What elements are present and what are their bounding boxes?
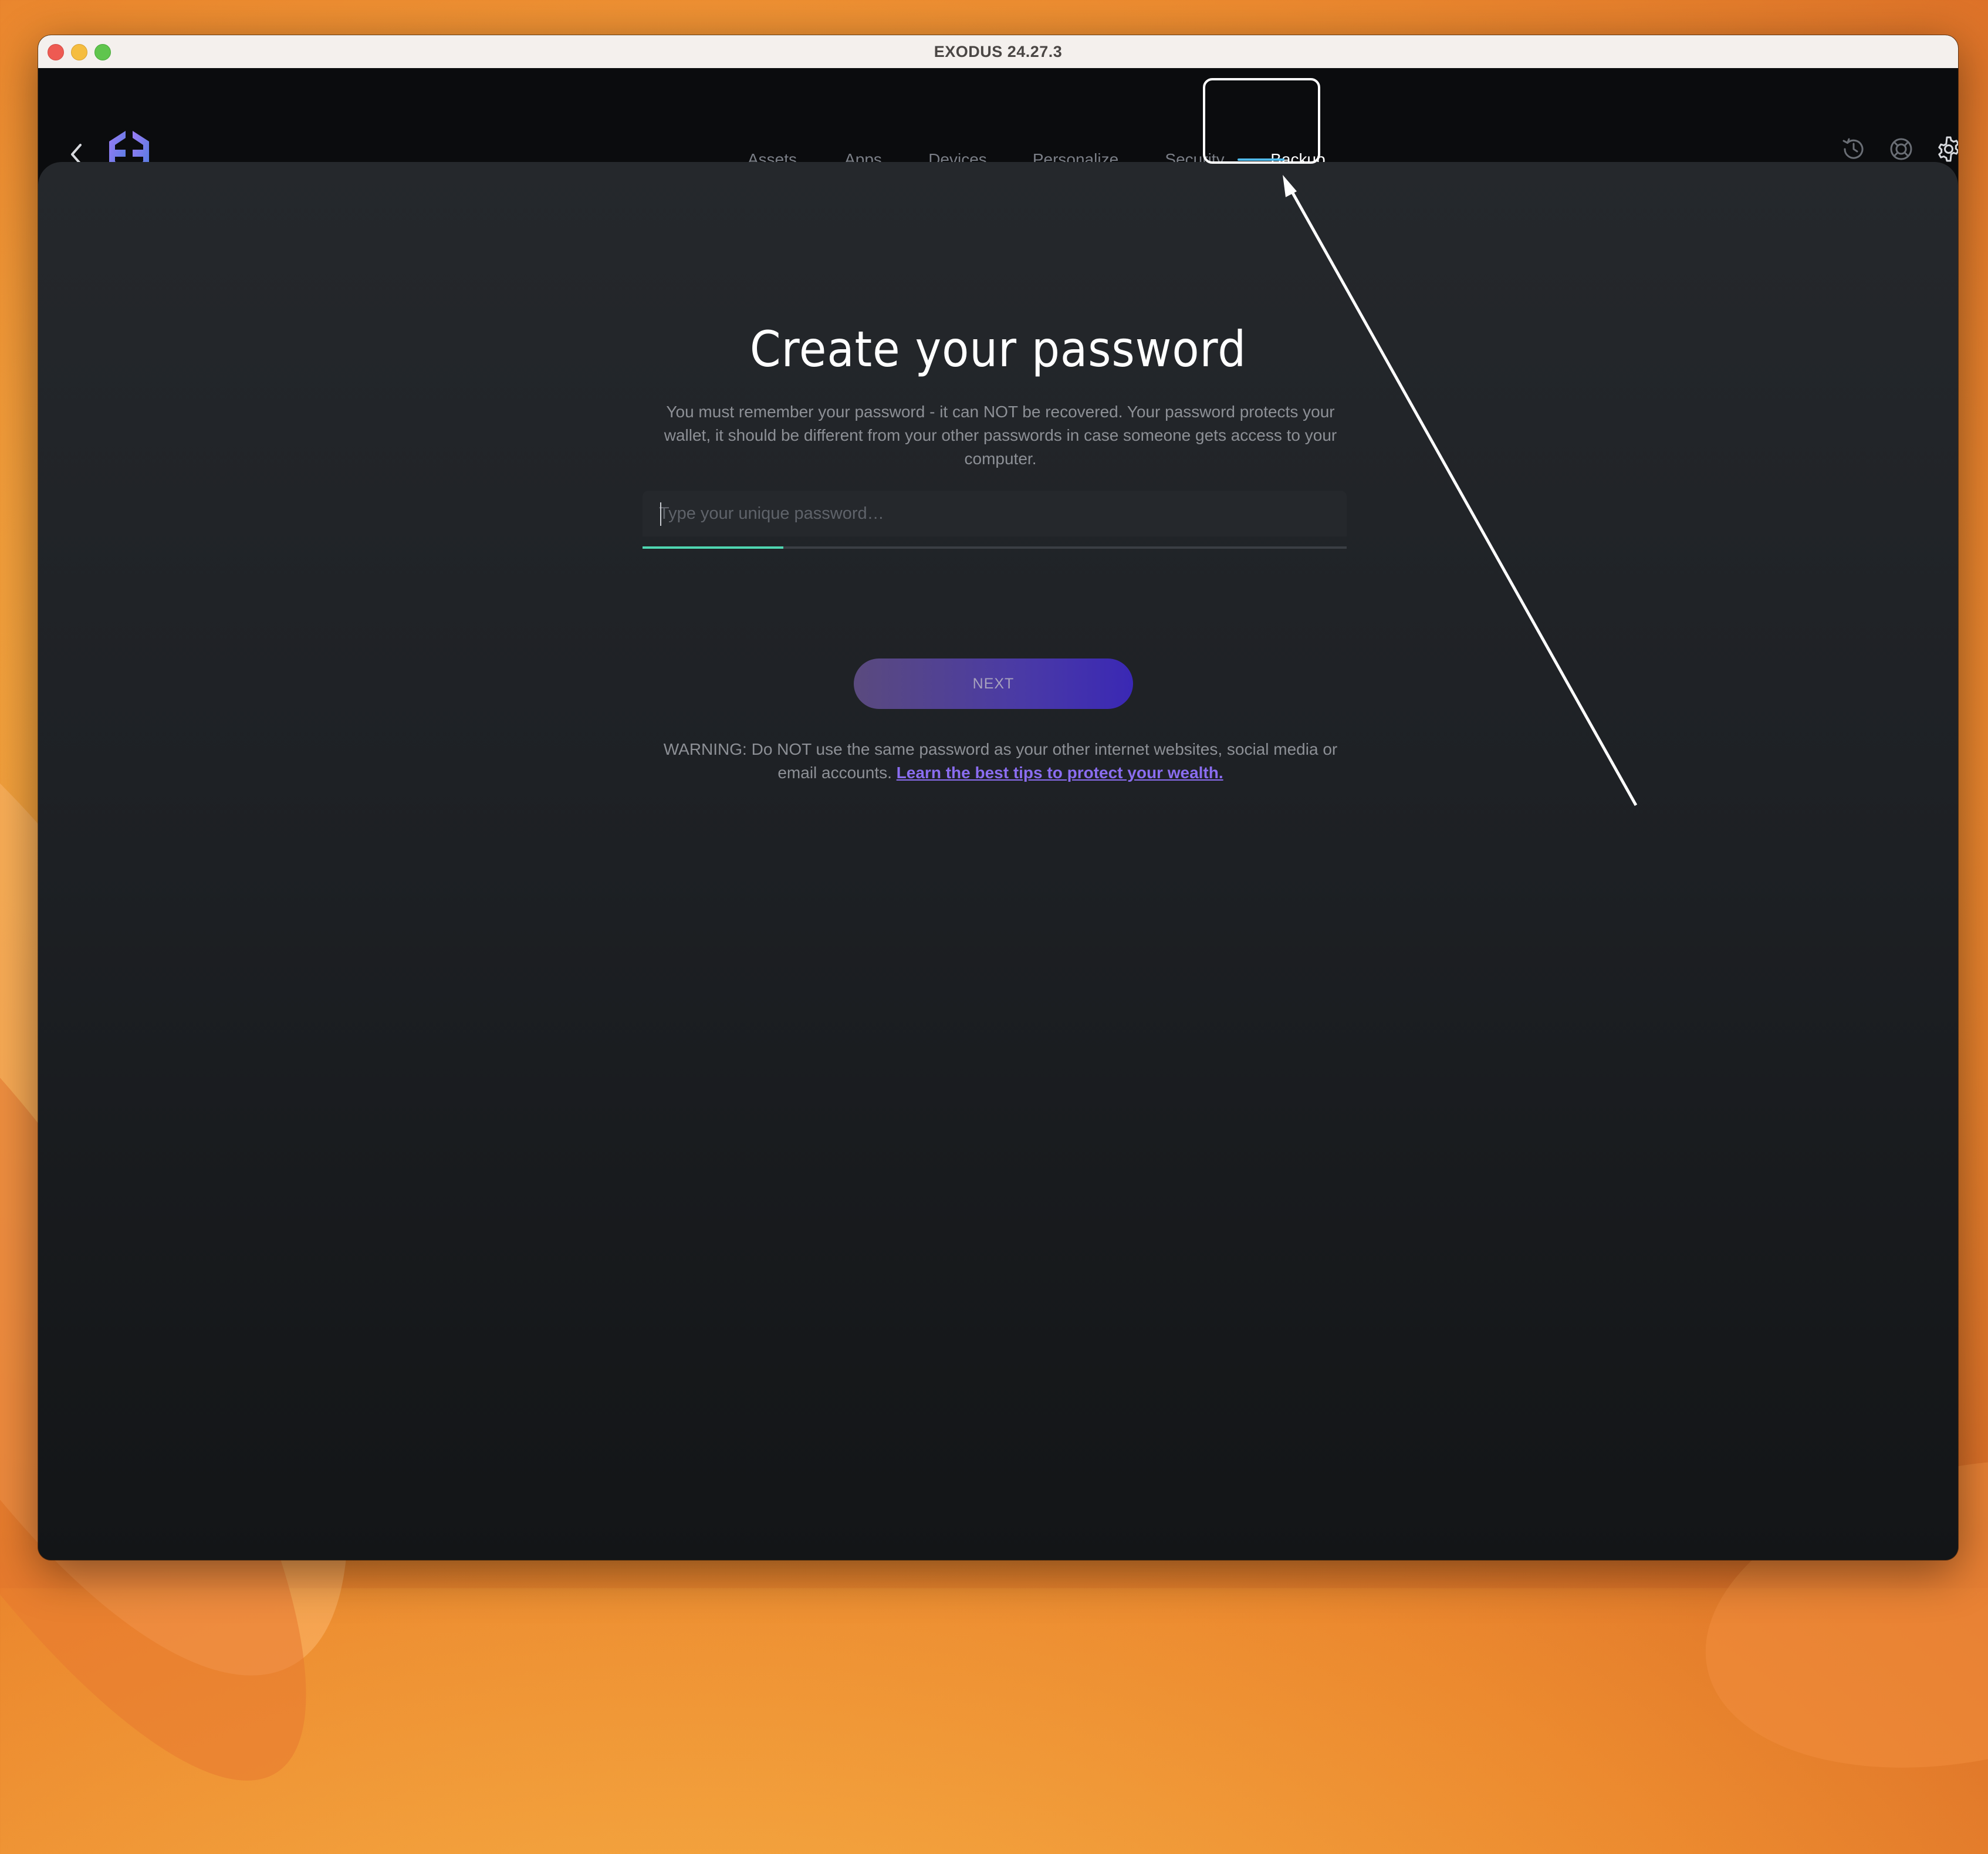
annotation-highlight-box (1203, 78, 1320, 164)
next-button[interactable]: NEXT (854, 658, 1133, 709)
help-button[interactable] (1885, 133, 1918, 166)
main-content: Create your password You must remember y… (38, 162, 1958, 1560)
help-lifebuoy-icon (1890, 138, 1912, 160)
password-description: You must remember your password - it can… (664, 403, 1337, 468)
window-title: EXODUS 24.27.3 (934, 43, 1063, 60)
history-button[interactable] (1837, 133, 1870, 166)
settings-button[interactable] (1932, 133, 1958, 166)
page-title: Create your password (749, 320, 1247, 378)
text-cursor (660, 502, 661, 526)
password-strength-fill (643, 546, 783, 549)
settings-gear-icon (1938, 136, 1958, 162)
password-strength-meter (643, 546, 1347, 549)
history-icon (1842, 138, 1864, 159)
security-tips-link[interactable]: Learn the best tips to protect your weal… (897, 764, 1223, 782)
title-bar: EXODUS 24.27.3 (38, 35, 1958, 69)
warning-text: WARNING: Do NOT use the same password as… (648, 738, 1353, 785)
password-input[interactable] (643, 491, 1347, 536)
app-window: EXODUS 24.27.3 Assets Apps Devices Perso… (38, 35, 1958, 1560)
